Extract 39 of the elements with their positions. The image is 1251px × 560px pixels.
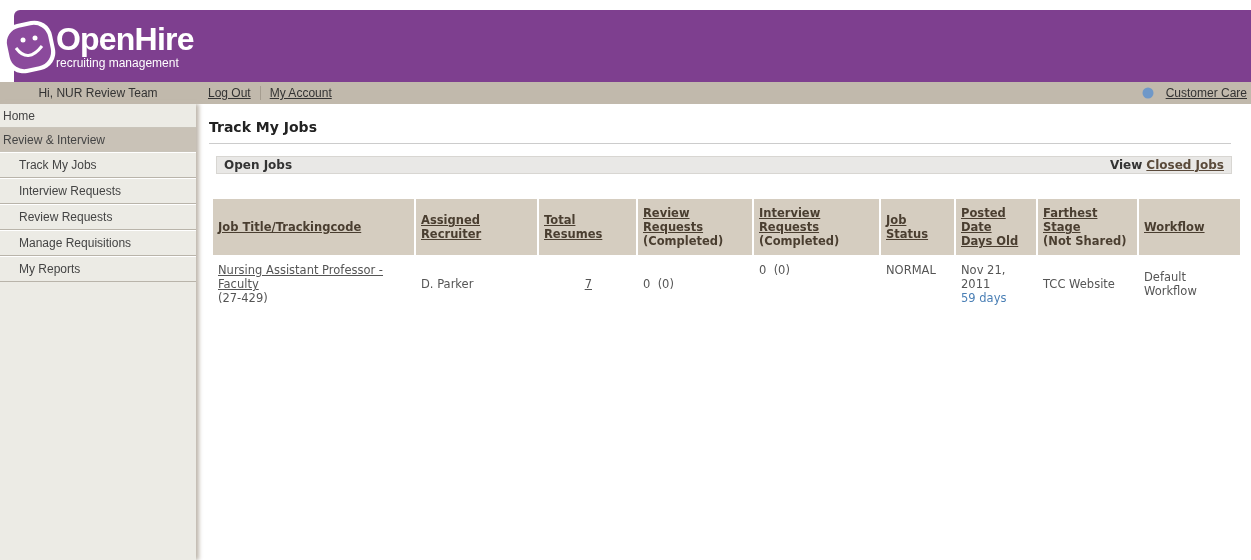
tracking-code: (27-429) <box>218 291 268 305</box>
column-sort-link[interactable]: Posted Date Days Old <box>961 206 1019 248</box>
sidebar-subitem[interactable]: Manage Requisitions <box>0 230 196 256</box>
customer-care-link[interactable]: Customer Care <box>1165 84 1247 102</box>
table-cell-text: Default Workflow <box>1144 270 1198 298</box>
resume-count-link[interactable]: 7 <box>584 277 592 291</box>
sidebar-subitem[interactable]: My Reports <box>0 256 196 282</box>
table-cell: D. Parker <box>421 277 474 291</box>
table-cell: 0 (0) <box>643 277 674 291</box>
column-sort-link[interactable]: Job Status <box>886 213 929 241</box>
column-sort-link[interactable]: Farthest Stage <box>1043 206 1098 234</box>
sidebar-subitem[interactable]: Interview Requests <box>0 178 196 204</box>
logo-subtitle: recruiting management <box>56 57 179 69</box>
sidebar-subitem[interactable]: Track My Jobs <box>0 152 196 178</box>
posted-date: Nov 21, 2011 <box>961 263 1007 291</box>
column-note: (Completed) <box>643 234 724 248</box>
column-sort-link[interactable]: Job Title/Trackingcode <box>218 220 362 234</box>
page-title: Track My Jobs <box>209 118 318 137</box>
sidebar-item[interactable]: Review & Interview <box>0 128 196 152</box>
table-cell: 0 (0) <box>759 263 790 277</box>
closed-jobs-link[interactable]: Closed Jobs <box>1146 156 1224 174</box>
greeting-text: Hi, NUR Review Team <box>37 85 159 102</box>
view-label: View <box>1109 157 1143 174</box>
job-title-link[interactable]: Nursing Assistant Professor - Faculty <box>218 263 388 291</box>
column-sort-link[interactable]: Review Requests <box>643 206 704 234</box>
column-sort-link[interactable]: Interview Requests <box>759 206 821 234</box>
top-nav-link[interactable]: Log Out <box>208 84 251 102</box>
column-note: (Not Shared) <box>1043 234 1127 248</box>
column-sort-link[interactable]: Workflow <box>1144 220 1205 234</box>
help-icon[interactable] <box>1141 87 1154 99</box>
sidebar-subitem[interactable]: Review Requests <box>0 204 196 230</box>
days-old: 59 days <box>961 291 1007 305</box>
top-nav-link[interactable]: My Account <box>269 84 332 102</box>
open-jobs-title: Open Jobs <box>224 157 293 174</box>
table-cell: NORMAL <box>886 263 936 277</box>
table-cell: TCC Website <box>1043 277 1115 291</box>
column-sort-link[interactable]: Total Resumes <box>544 213 603 241</box>
column-note: (Completed) <box>759 234 840 248</box>
column-sort-link[interactable]: Assigned Recruiter <box>421 213 482 241</box>
